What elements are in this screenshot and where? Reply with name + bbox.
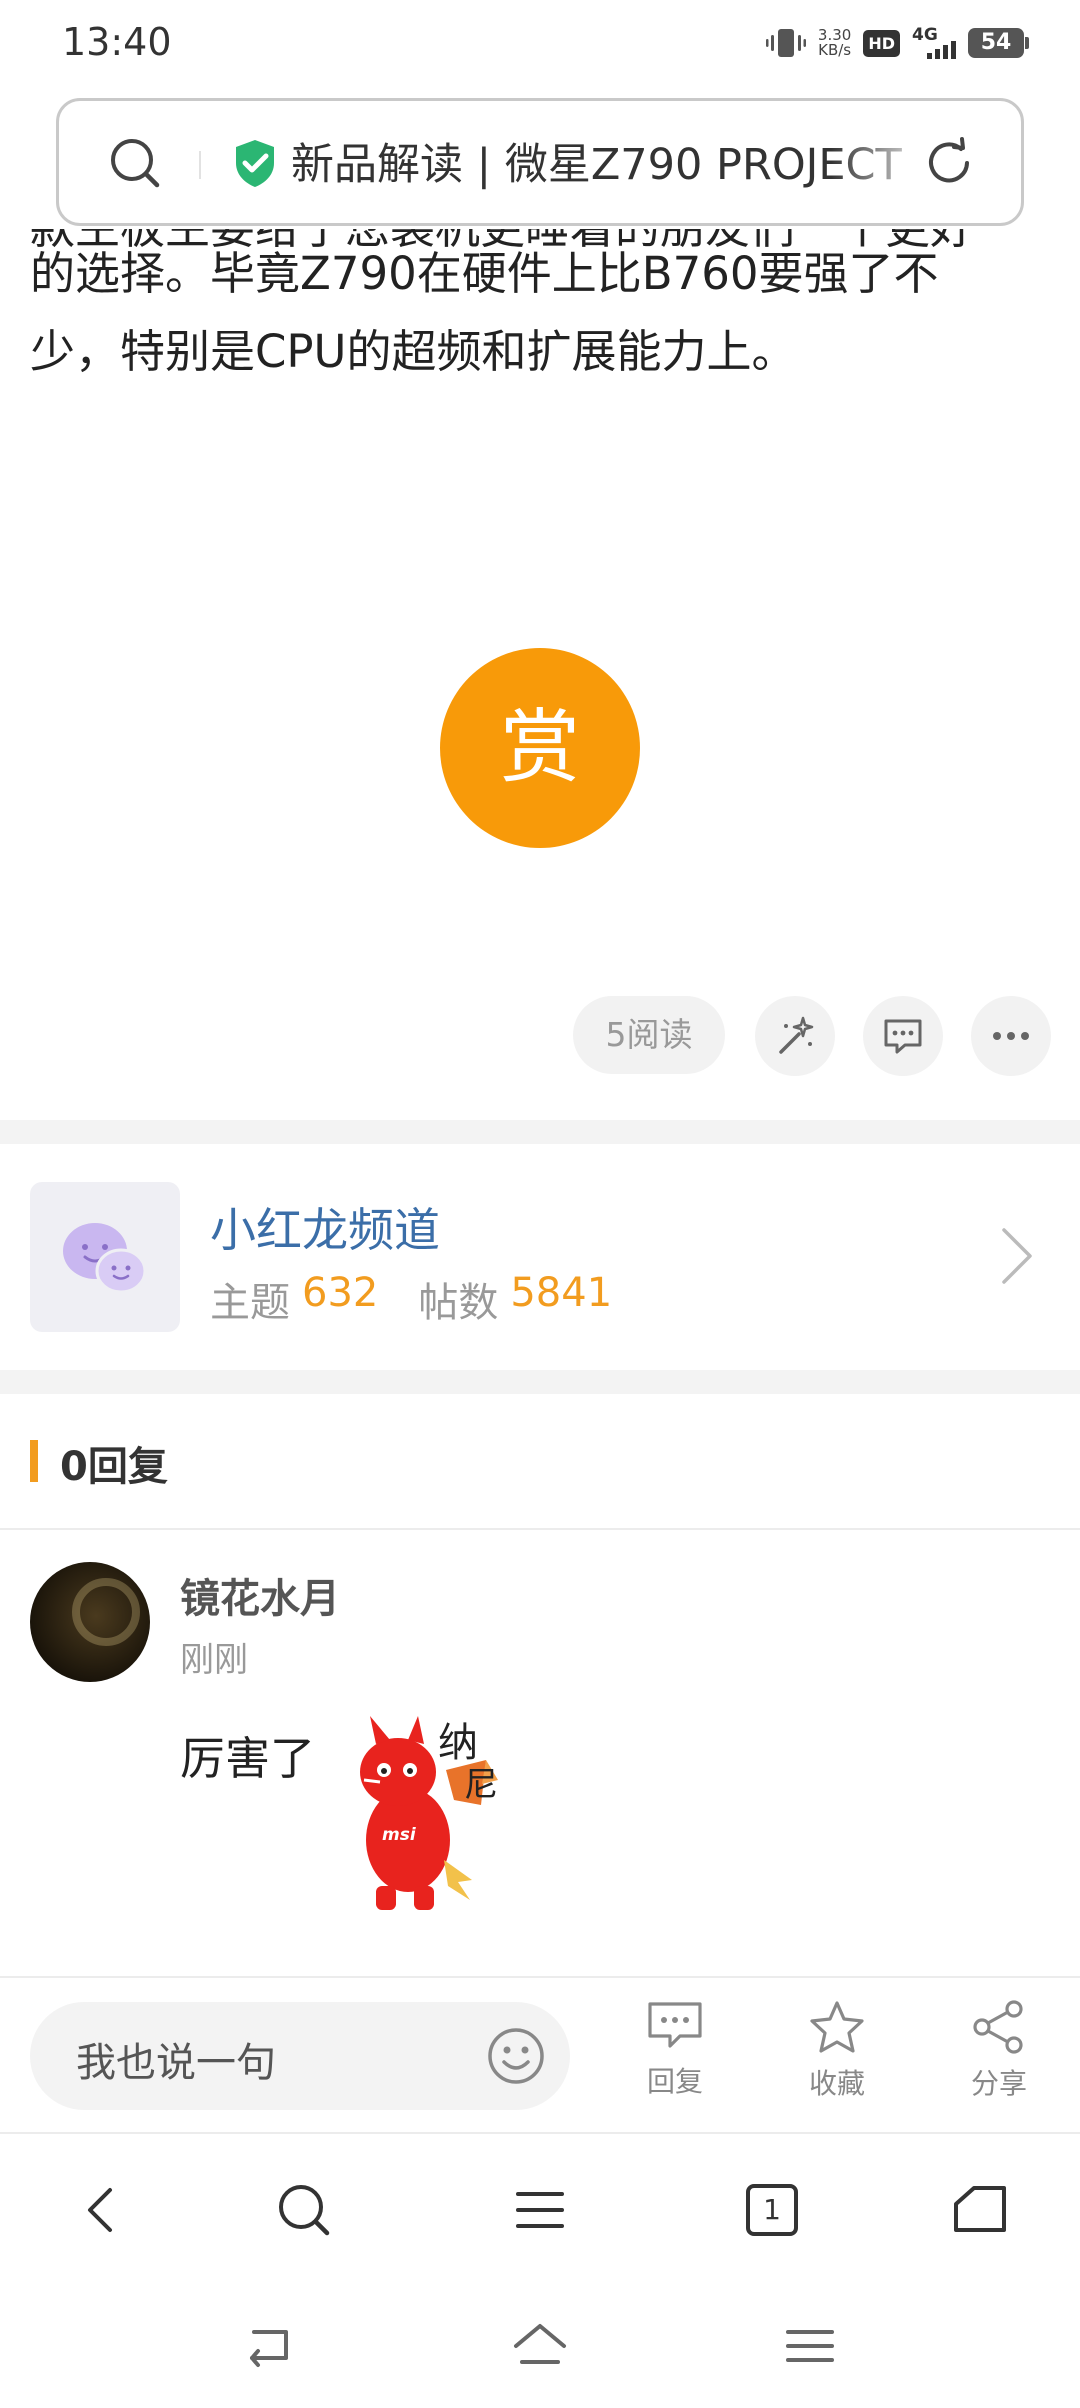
refresh-icon[interactable] [921, 135, 977, 191]
comment-text: 厉害了 [180, 1732, 316, 1785]
address-divider [199, 151, 201, 179]
sticker-text-2: 尼 [464, 1765, 498, 1805]
msi-dragon-sticker: msi 纳 尼 [360, 1716, 498, 1910]
article-line: 的选择。毕竟Z790在硬件上比B760要强了不 [30, 247, 939, 300]
reply-label: 回复 [646, 2065, 703, 2098]
favorite-label: 收藏 [808, 2067, 865, 2100]
menu-icon[interactable] [510, 2180, 570, 2240]
star-icon [810, 2001, 864, 2053]
section-separator [0, 1370, 1080, 1394]
browser-toolbar: 1 [0, 2136, 1080, 2280]
replies-title: 0回复 [60, 1444, 168, 1490]
home-icon[interactable] [950, 2180, 1010, 2240]
vibrate-icon [765, 29, 806, 57]
signal-bars-icon [927, 41, 956, 59]
reply-button[interactable]: 回复 [625, 2000, 725, 2100]
favorite-button[interactable]: 收藏 [787, 2000, 887, 2102]
read-count-badge: 5阅读 [573, 996, 725, 1074]
search-icon[interactable] [107, 135, 163, 191]
posts-count: 5841 [510, 1270, 613, 1316]
system-back-icon[interactable] [242, 2318, 298, 2374]
magic-wand-icon [779, 1016, 814, 1054]
comment-button[interactable] [863, 996, 943, 1076]
network-speed: 3.30 KB/s [818, 28, 851, 58]
more-icon [993, 1032, 1029, 1040]
avatar[interactable] [30, 1562, 150, 1682]
system-home-icon[interactable] [512, 2318, 568, 2374]
system-menu-icon[interactable] [782, 2318, 838, 2374]
magic-wand-button[interactable] [755, 996, 835, 1076]
comment-input-bar: 我也说一句 回复 收藏 分享 [0, 1976, 1080, 2134]
reply-icon [648, 2002, 702, 2048]
status-icons: 3.30 KB/s HD 4G 54 [765, 22, 1029, 64]
section-separator [0, 1120, 1080, 1144]
channel-stats: 主题 632 帖数 5841 [210, 1270, 640, 1328]
battery-icon: 54 [968, 28, 1029, 58]
share-label: 分享 [970, 2067, 1027, 2100]
search-icon[interactable] [274, 2180, 334, 2240]
sticker-text-1: 纳 [438, 1720, 478, 1766]
sticker-logo: msi [382, 1825, 417, 1845]
emoji-icon[interactable] [486, 2026, 546, 2086]
chevron-right-icon[interactable] [996, 1226, 1036, 1286]
topics-count: 632 [302, 1270, 379, 1316]
more-button[interactable] [971, 996, 1051, 1076]
network-4g-icon: 4G [912, 25, 956, 61]
moon-avatar-image [72, 1578, 140, 1646]
comment-input-placeholder: 我也说一句 [76, 2040, 276, 2086]
share-button[interactable]: 分享 [949, 2000, 1049, 2102]
comment-input[interactable]: 我也说一句 [30, 2002, 570, 2110]
divider [0, 1528, 1080, 1530]
channel-name[interactable]: 小红龙频道 [210, 1194, 440, 1260]
comment-author[interactable]: 镜花水月 [180, 1566, 340, 1624]
speed-unit: KB/s [818, 41, 852, 59]
address-bar[interactable]: 新品解读 | 微星Z790 PROJECT [56, 98, 1024, 226]
replies-accent-bar [30, 1440, 38, 1482]
comment-time: 刚刚 [180, 1640, 248, 1680]
back-icon[interactable] [72, 2180, 132, 2240]
shield-check-icon [236, 140, 274, 187]
reward-button[interactable]: 赏 [440, 648, 640, 848]
status-time: 13:40 [62, 20, 172, 64]
article-line: 少，特别是CPU的超频和扩展能力上。 [30, 325, 797, 378]
status-bar: 13:40 3.30 KB/s HD 4G 54 [0, 0, 1080, 86]
share-icon [973, 2000, 1023, 2054]
chat-bubbles-icon [63, 1223, 147, 1294]
page-title[interactable]: 新品解读 | 微星Z790 PROJECT [291, 135, 951, 195]
comment-icon [884, 1019, 922, 1054]
topics-label: 主题 [210, 1280, 290, 1326]
hd-badge: HD [863, 29, 900, 57]
article-body: 的选择。毕竟Z790在硬件上比B760要强了不 少，特别是CPU的超频和扩展能力… [30, 235, 1050, 391]
channel-avatar[interactable] [30, 1182, 180, 1332]
tabs-button[interactable]: 1 [746, 2184, 798, 2236]
posts-label: 帖数 [418, 1280, 499, 1326]
